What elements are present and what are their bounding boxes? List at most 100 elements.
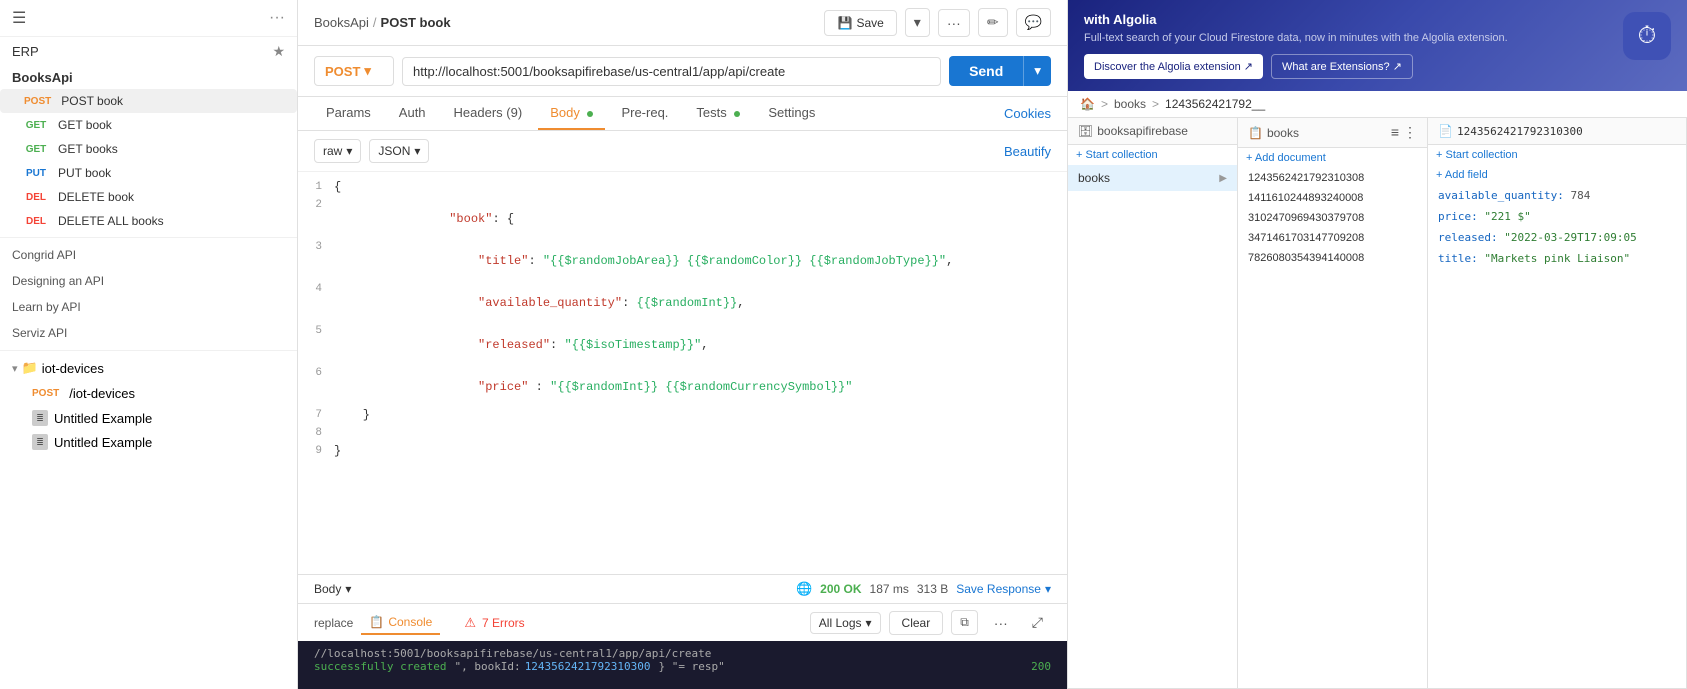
doc-id-3[interactable]: 3102470969430379708 bbox=[1238, 208, 1427, 228]
response-size: 313 B bbox=[917, 582, 948, 596]
raw-select[interactable]: raw ▾ bbox=[314, 139, 361, 163]
firestore-col2-header: 📋 books ≡ ⋮ bbox=[1238, 118, 1427, 148]
replace-text: replace bbox=[314, 616, 353, 630]
doc-id-5[interactable]: 7826080354394140008 bbox=[1238, 248, 1427, 268]
json-select[interactable]: JSON ▾ bbox=[369, 139, 429, 163]
save-label: Save bbox=[856, 16, 883, 30]
console-expand-button[interactable]: ⤢ bbox=[1024, 610, 1051, 635]
main-content: raw ▾ JSON ▾ Beautify 1 { 2 " bbox=[298, 131, 1067, 689]
top-bar-actions: 💾 Save ▾ ··· ✏ 💬 bbox=[824, 8, 1051, 37]
sidebar-iot-sub-1[interactable]: ≣ Untitled Example bbox=[0, 406, 297, 430]
sidebar-iot-post[interactable]: POST /iot-devices bbox=[0, 381, 297, 406]
response-body-select[interactable]: Body ▾ bbox=[314, 582, 351, 596]
field-val-text: "Markets pink Liaison" bbox=[1484, 252, 1630, 265]
add-document-button[interactable]: + Add document bbox=[1238, 148, 1427, 168]
sidebar-item-get-books[interactable]: GET GET books bbox=[0, 137, 297, 161]
firestore-books-item[interactable]: books ▶ bbox=[1068, 165, 1237, 191]
sidebar-iot-post-label: /iot-devices bbox=[69, 386, 135, 401]
logs-filter-select[interactable]: All Logs ▾ bbox=[810, 612, 881, 634]
sidebar-item-delete-book[interactable]: DEL DELETE book bbox=[0, 185, 297, 209]
console-tab-label: Console bbox=[388, 615, 432, 629]
filter-icon[interactable]: ≡ bbox=[1391, 124, 1399, 141]
method-label: POST bbox=[325, 64, 360, 79]
sidebar-designing-label[interactable]: Designing an API bbox=[0, 268, 297, 294]
field-value-str: "Markets pink Liaison" bbox=[1484, 252, 1630, 265]
code-editor[interactable]: 1 { 2 "book": { 3 "title": "{{$randomJob… bbox=[298, 172, 1067, 574]
breadcrumb-collection[interactable]: BooksApi bbox=[314, 15, 369, 30]
doc-id-4[interactable]: 3471461703147709208 bbox=[1238, 228, 1427, 248]
doc-id-1[interactable]: 1243562421792310308 bbox=[1238, 168, 1427, 188]
sidebar-booksapi-collection[interactable]: BooksApi bbox=[0, 66, 297, 89]
console-more-button[interactable]: ··· bbox=[986, 611, 1016, 635]
sidebar-serviz-label[interactable]: Serviz API bbox=[0, 320, 297, 346]
firestore-col-collections: 🗄 booksapifirebase + Start collection bo… bbox=[1068, 118, 1238, 688]
sidebar-item-post-book[interactable]: POST POST book bbox=[0, 89, 297, 113]
console-url-line: //localhost:5001/booksapifirebase/us-cen… bbox=[314, 647, 1051, 660]
firestore-col2-title: 📋 books bbox=[1248, 126, 1299, 140]
firestore-home-icon[interactable]: 🏠 bbox=[1080, 97, 1095, 111]
logs-label: All Logs bbox=[819, 616, 862, 630]
send-button[interactable]: Send bbox=[949, 56, 1023, 86]
field-name: price: bbox=[1438, 210, 1478, 223]
tab-auth[interactable]: Auth bbox=[387, 97, 438, 130]
algolia-icon: ⏱ bbox=[1623, 12, 1671, 60]
what-extensions-button[interactable]: What are Extensions? ↗ bbox=[1271, 54, 1413, 79]
field-val-text: "221 $" bbox=[1484, 210, 1530, 223]
add-field-button[interactable]: + Add field bbox=[1428, 165, 1686, 185]
comment-button[interactable]: 💬 bbox=[1016, 8, 1051, 37]
save-button[interactable]: 💾 Save bbox=[824, 10, 896, 36]
line-content: "title": "{{$randomJobArea}} {{$randomCo… bbox=[334, 240, 1067, 282]
tab-headers[interactable]: Headers (9) bbox=[442, 97, 535, 130]
sidebar-item-put-book[interactable]: PUT PUT book bbox=[0, 161, 297, 185]
console-tab[interactable]: 📋 Console bbox=[361, 611, 440, 635]
sidebar-item-delete-all-books[interactable]: DEL DELETE ALL books bbox=[0, 209, 297, 233]
tab-prereq[interactable]: Pre-req. bbox=[609, 97, 680, 130]
edit-button[interactable]: ✏ bbox=[978, 8, 1008, 37]
field-value-str: "2022-03-29T17:09:05 bbox=[1504, 231, 1636, 244]
cookies-button[interactable]: Cookies bbox=[1004, 106, 1051, 121]
star-icon[interactable]: ★ bbox=[272, 43, 285, 60]
code-line-8: 8 bbox=[298, 426, 1067, 444]
discover-algolia-button[interactable]: Discover the Algolia extension ↗ bbox=[1084, 54, 1263, 79]
firestore-nav-sep2: > bbox=[1152, 97, 1159, 111]
url-input[interactable] bbox=[402, 57, 941, 86]
tab-settings[interactable]: Settings bbox=[756, 97, 827, 130]
firestore-col1-title: 🗄 booksapifirebase bbox=[1078, 124, 1188, 138]
tab-params[interactable]: Params bbox=[314, 97, 383, 130]
dropdown-arrow-button[interactable]: ▾ bbox=[905, 8, 930, 37]
field-name: title: bbox=[1438, 252, 1478, 265]
clear-button[interactable]: Clear bbox=[889, 611, 944, 635]
more-icon[interactable]: ⋮ bbox=[1403, 124, 1417, 141]
tab-body-label: Body bbox=[550, 105, 580, 120]
save-response-button[interactable]: Save Response ▾ bbox=[956, 582, 1051, 596]
menu-icon[interactable]: ☰ bbox=[12, 8, 26, 28]
code-line-1: 1 { bbox=[298, 180, 1067, 198]
tab-tests[interactable]: Tests bbox=[684, 97, 752, 130]
send-arrow-button[interactable]: ▾ bbox=[1023, 56, 1051, 86]
doc-id-2[interactable]: 1411610244893240008 bbox=[1238, 188, 1427, 208]
sidebar-more-icon[interactable]: ··· bbox=[269, 9, 285, 27]
line-number: 1 bbox=[298, 180, 334, 193]
firestore-nav-books[interactable]: books bbox=[1114, 97, 1146, 111]
sidebar-iot-group[interactable]: ▾ 📁 iot-devices bbox=[0, 355, 297, 381]
code-line-2: 2 "book": { bbox=[298, 198, 1067, 240]
copy-console-button[interactable]: ⧉ bbox=[951, 610, 978, 635]
method-select[interactable]: POST ▾ bbox=[314, 56, 394, 86]
col1-title-label: booksapifirebase bbox=[1097, 124, 1188, 138]
sidebar-learn-label[interactable]: Learn by API bbox=[0, 294, 297, 320]
more-options-button[interactable]: ··· bbox=[938, 9, 970, 37]
start-collection-2-button[interactable]: + Start collection bbox=[1428, 145, 1686, 165]
beautify-button[interactable]: Beautify bbox=[1004, 144, 1051, 159]
line-number: 3 bbox=[298, 240, 334, 253]
start-collection-button[interactable]: + Start collection bbox=[1068, 145, 1237, 165]
tab-body[interactable]: Body bbox=[538, 97, 605, 130]
tab-tests-dot bbox=[734, 111, 740, 117]
console-result-line: successfully created ", bookId: 12435624… bbox=[314, 660, 1051, 673]
sidebar-congrid-label[interactable]: Congrid API bbox=[0, 242, 297, 268]
console-resp-colon: ", bookId: bbox=[454, 660, 520, 673]
sidebar-item-get-book[interactable]: GET GET book bbox=[0, 113, 297, 137]
code-line-4: 4 "available_quantity": {{$randomInt}}, bbox=[298, 282, 1067, 324]
tab-tests-label: Tests bbox=[696, 105, 726, 120]
sidebar-iot-sub-2[interactable]: ≣ Untitled Example bbox=[0, 430, 297, 454]
logs-arrow-icon: ▾ bbox=[866, 616, 872, 630]
